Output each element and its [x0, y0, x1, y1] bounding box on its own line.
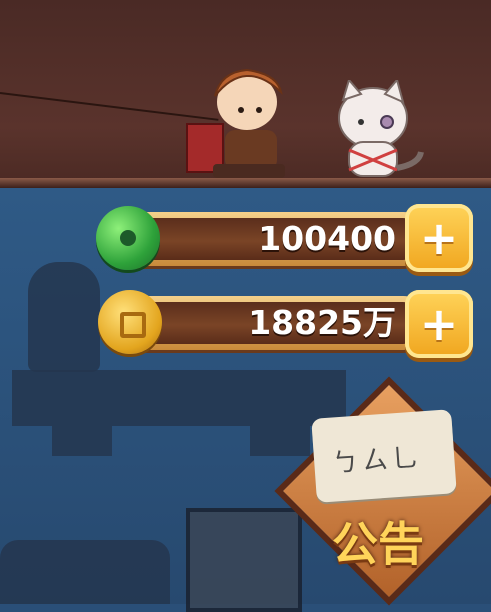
background-robot	[186, 508, 302, 612]
add-coin-button[interactable]: +	[405, 290, 473, 358]
plus-icon: +	[419, 297, 459, 351]
gold-coin-icon	[98, 290, 162, 354]
background-statue	[28, 262, 100, 372]
scene-divider	[0, 178, 491, 188]
notice-label: 公告	[332, 517, 424, 571]
plus-icon: +	[419, 211, 459, 265]
add-gem-button[interactable]: +	[405, 204, 473, 272]
background-machine	[0, 540, 170, 604]
background-pillar-left	[52, 426, 112, 456]
cat-character	[338, 80, 424, 177]
notice-scribble: ㄅㄙ乚	[331, 442, 424, 480]
green-gem-icon	[96, 206, 160, 270]
gem-count: 100400	[258, 219, 396, 258]
coin-count: 18825万	[248, 303, 396, 342]
boy-character	[186, 68, 285, 178]
